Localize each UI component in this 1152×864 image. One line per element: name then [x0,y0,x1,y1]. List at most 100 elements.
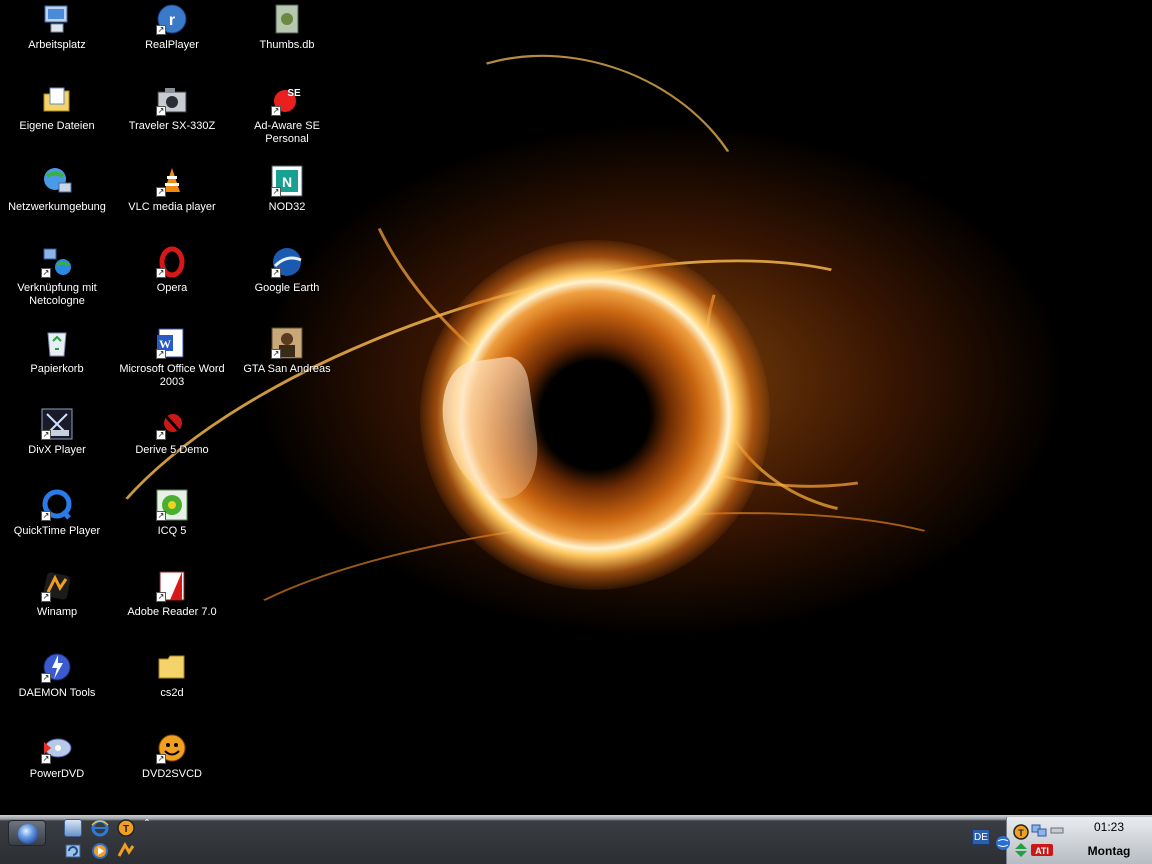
shortcut-arrow-icon: ↗ [271,106,281,116]
desktop-icon-label: Papierkorb [30,363,84,375]
desktop-icon-label: Traveler SX-330Z [128,120,216,132]
desktop-icon[interactable]: ↗ Adobe Reader 7.0 [116,568,228,646]
desktop-icon-label: Opera [156,282,188,294]
desktop-icon[interactable]: r ↗ RealPlayer [116,1,228,79]
desktop-icon[interactable]: ↗ ICQ 5 [116,487,228,565]
desktop-icon-label: ICQ 5 [157,525,187,537]
desktop-icon-label: VLC media player [128,201,216,213]
clock-time[interactable]: 01:23 [1070,820,1148,834]
vlc-cone-icon: ↗ [156,165,188,197]
gta-san-andreas-icon: ↗ [271,327,303,359]
shortcut-arrow-icon: ↗ [41,268,51,278]
desktop-icon[interactable]: N ↗ NOD32 [231,163,343,241]
daemon-tools-icon: ↗ [41,651,73,683]
start-orb-icon [18,824,38,844]
desktop-icon-label: Ad-Aware SE Personal [254,120,320,145]
my-documents-icon [41,84,73,116]
svg-text:N: N [282,174,292,190]
desktop-icon-label: Google Earth [254,282,320,294]
sync-arrows-icon[interactable] [1013,842,1029,858]
shortcut-arrow-icon: ↗ [156,511,166,521]
usb-device-icon[interactable] [1049,822,1065,838]
adobe-reader-icon: ↗ [156,570,188,602]
trillian-icon[interactable]: T [117,819,135,837]
desktop-icon[interactable]: Netzwerkumgebung [1,163,113,241]
network-connection-icon: ↗ [41,246,73,278]
desktop-icon[interactable]: W ↗ Microsoft Office Word 2003 [116,325,228,403]
desktop-icon[interactable]: ↗ Verknüpfung mit Netcologne [1,244,113,322]
recycle-bin-icon [41,327,73,359]
desktop-icon-label: Microsoft Office Word 2003 [119,363,225,388]
desktop-icon-label: Verknüpfung mit Netcologne [17,282,97,307]
start-button[interactable] [8,820,46,846]
desktop-icon-label: PowerDVD [29,768,85,780]
dvd2svcd-icon: ↗ [156,732,188,764]
desktop-icon[interactable]: ↗ Winamp [1,568,113,646]
word-icon: W ↗ [156,327,188,359]
desktop-icon[interactable]: ↗ DivX Player [1,406,113,484]
svg-text:T: T [1018,828,1024,838]
desktop-icon[interactable]: ↗ Google Earth [231,244,343,322]
shortcut-arrow-icon: ↗ [41,673,51,683]
shortcut-arrow-icon: ↗ [271,349,281,359]
nod32-icon: N ↗ [271,165,303,197]
shortcut-arrow-icon: ↗ [156,187,166,197]
language-indicator[interactable]: DE [972,829,990,845]
desktop-icon[interactable]: ↗ Traveler SX-330Z [116,82,228,160]
clock-day[interactable]: Montag [1070,844,1148,858]
my-computer-icon [41,3,73,35]
desktop-icon[interactable]: ↗ Derive 5 Demo [116,406,228,484]
desktop-icon-label: GTA San Andreas [243,363,331,375]
desktop-icon-label: DAEMON Tools [18,687,96,699]
svg-text:T: T [123,824,129,835]
desktop-icon-label: cs2d [160,687,184,699]
desktop-icon-label: Adobe Reader 7.0 [127,606,217,618]
desktop-icon-label: Derive 5 Demo [135,444,209,456]
desktop-icon[interactable]: ↗ DVD2SVCD [116,730,228,808]
winamp-quick-icon[interactable] [117,841,135,860]
media-player-icon[interactable] [91,842,109,860]
network-globe-icon[interactable] [995,835,1011,851]
desktop-icon-label: Arbeitsplatz [28,39,86,51]
shortcut-arrow-icon: ↗ [156,268,166,278]
desktop-icon[interactable]: ↗ DAEMON Tools [1,649,113,727]
shortcut-arrow-icon: ↗ [41,430,51,440]
desktop-icon-label: Eigene Dateien [19,120,95,132]
internet-explorer-icon[interactable] [91,819,109,837]
desktop-icon[interactable]: ↗ Opera [116,244,228,322]
shortcut-arrow-icon: ↗ [41,592,51,602]
desktop-icon[interactable]: Arbeitsplatz [1,1,113,79]
camera-icon: ↗ [156,84,188,116]
refresh-icon[interactable] [64,842,82,860]
shortcut-arrow-icon: ↗ [41,511,51,521]
icq-flower-icon: ↗ [156,489,188,521]
shortcut-arrow-icon: ↗ [156,754,166,764]
shortcut-arrow-icon: ↗ [41,754,51,764]
shortcut-arrow-icon: ↗ [156,106,166,116]
desktop-icon[interactable]: Papierkorb [1,325,113,403]
desktop-icon[interactable]: ↗ VLC media player [116,163,228,241]
desktop-icon[interactable]: Eigene Dateien [1,82,113,160]
quick-launch-expand-button[interactable]: ˆ [145,817,149,831]
desktop-icon-label: Thumbs.db [259,39,315,51]
winamp-icon: ↗ [41,570,73,602]
desktop-icon[interactable]: cs2d [116,649,228,727]
shortcut-arrow-icon: ↗ [271,268,281,278]
desktop-icon-label: NOD32 [268,201,306,213]
google-earth-icon: ↗ [271,246,303,278]
opera-icon: ↗ [156,246,188,278]
ad-aware-icon: SE ↗ [271,84,303,116]
shortcut-arrow-icon: ↗ [156,25,166,35]
desktop-icon[interactable]: ↗ PowerDVD [1,730,113,808]
desktop-icon[interactable]: Thumbs.db [231,1,343,79]
desktop-icon-label: DivX Player [28,444,86,456]
network-connection-tray-icon[interactable] [1031,822,1047,838]
shortcut-arrow-icon: ↗ [156,430,166,440]
trillian-tray-icon[interactable]: T [1013,824,1029,840]
ati-catalyst-icon[interactable]: ATI [1031,842,1053,858]
desktop-icon[interactable]: SE ↗ Ad-Aware SE Personal [231,82,343,160]
show-desktop-icon[interactable] [64,819,82,837]
desktop-icon[interactable]: ↗ QuickTime Player [1,487,113,565]
desktop-icon[interactable]: ↗ GTA San Andreas [231,325,343,403]
folder-icon [156,651,188,683]
